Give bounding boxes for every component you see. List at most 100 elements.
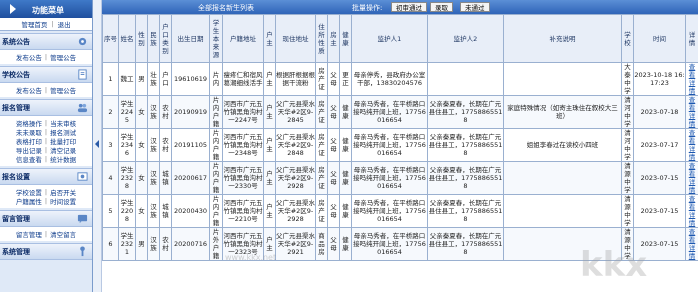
settings-link-time[interactable]: 时间设置 (50, 196, 76, 206)
table-cell: 城镇 (159, 161, 172, 195)
publish-notice-link[interactable]: 发布公告 (16, 52, 42, 62)
table-cell: 房产证 (315, 128, 328, 162)
table-cell: 20200430 (171, 194, 210, 228)
table-cell: 健康 (339, 227, 352, 261)
table-cell: 健康 (339, 194, 352, 228)
table-cell: 学生2208 (118, 194, 136, 228)
messages-link-manage[interactable]: 留言管理 (16, 229, 42, 239)
table-cell: 父亲秦夏春，长期在广元县住县工，17758865518 (427, 227, 504, 261)
manage-school-notice-link[interactable]: 管理公告 (50, 85, 76, 95)
table-cell: 父广元县渠水天华#2区9-2848 (275, 128, 316, 162)
publish-school-notice-link[interactable]: 发布公告 (16, 85, 42, 95)
section-title-label: 系统公告 (2, 38, 30, 46)
view-detail-link[interactable]: 查看详情 (685, 161, 698, 195)
section-title-label: 系统管理 (2, 248, 30, 256)
batch-label: 批量操作: (352, 4, 383, 12)
document-icon (78, 69, 87, 80)
table-cell: 父母 (327, 161, 340, 195)
table-cell: 父广元县渠水天华#2区9-2928 (275, 194, 316, 228)
section-title-system-notice[interactable]: 系统公告 (0, 33, 92, 50)
table-cell: 20200617 (171, 161, 210, 195)
settings-link-household[interactable]: 户籍属性 (16, 196, 42, 206)
table-cell: 学生2321 (118, 227, 136, 261)
reg-link-info[interactable]: 信息查看 (16, 154, 42, 164)
table-cell: 家庭特殊情况（如寄主珠住在叙校大三班） (503, 95, 622, 129)
view-detail-link[interactable]: 查看详情 (685, 128, 698, 162)
table-cell: 清河中学 (621, 128, 634, 162)
table-row: 5 学生2208 女汉族 城镇 20200430 片内户籍 河西市广元五竹镇黑角沟村一221… (102, 194, 698, 228)
sidebar-section-system-notice: 系统公告 发布公告 | 管理公告 (0, 33, 92, 64)
col-header: 出生日期 (171, 14, 210, 63)
admit-button[interactable]: 录取 (430, 2, 453, 12)
table-cell: 片内户籍 (209, 128, 223, 162)
section-title-label: 报名设置 (2, 173, 30, 181)
col-header: 户口类别 (159, 14, 172, 63)
table-row: 3 学生2346 女汉族 农村 20191105 片内户籍 河西市广元五竹镇黑角沟村一234… (102, 128, 698, 162)
users-icon (77, 103, 88, 113)
table-cell: 学生2328 (118, 161, 136, 195)
table-cell: 父广元县渠水天华#2区9-2845 (275, 95, 316, 129)
col-header: 健康 (339, 14, 352, 63)
section-title-school-notice[interactable]: 学校公告 (0, 66, 92, 83)
table-cell: 农村 (159, 128, 172, 162)
table-cell: 河西市广元五竹镇黑角沟村一2330号 (222, 161, 264, 195)
first-pass-button[interactable]: 初审通过 (391, 2, 427, 12)
table-cell: 健康 (339, 95, 352, 129)
table-cell: 母亲马秀者，在平桥路口接吗纯开阔上班，17756016654 (351, 227, 428, 261)
col-header: 房主 (327, 14, 340, 63)
view-detail-link[interactable]: 查看详情 (685, 194, 698, 228)
gear-icon (78, 37, 87, 46)
table-cell: 户主 (263, 128, 276, 162)
view-detail-link[interactable]: 查看详情 (685, 62, 698, 96)
table-cell: 房产证 (315, 161, 328, 195)
table-cell: 汉族 (147, 128, 160, 162)
table-cell: 汉族 (147, 227, 160, 261)
table-cell: 片内户籍 (209, 95, 223, 129)
section-title-label: 留言管理 (2, 215, 30, 223)
table-cell: 女 (135, 95, 148, 129)
watermark-domain-text: www.kkx.net (225, 253, 277, 262)
table-row: 2 学生2245 女汉族 农村 20190919 片内户籍 河西市广元五竹镇黑角沟村一224… (102, 95, 698, 129)
table-cell: 母亲马秀者，在平桥路口接吗纯开阔上班，17756016654 (351, 161, 428, 195)
table-cell (503, 62, 622, 96)
manage-notice-link[interactable]: 管理公告 (50, 52, 76, 62)
logout-link[interactable]: 退出 (58, 19, 71, 29)
table-cell: 清源中学 (621, 194, 634, 228)
list-toolbar: 全部报名新生列表 批量操作: 初审通过 录取 未通过 (102, 0, 698, 14)
table-row: 4 学生2328 女汉族 城镇 20200617 片内户籍 河西市广元五竹镇黑角沟村一233… (102, 161, 698, 195)
section-title-registration[interactable]: 报名管理 (0, 99, 92, 116)
sidebar-section-messages: 留言管理 留言管理 | 清空留言 (0, 210, 92, 241)
table-cell (427, 62, 504, 96)
wrench-icon (80, 246, 85, 257)
admin-home-link[interactable]: 管理首页 (21, 19, 47, 29)
view-detail-link[interactable]: 查看详情 (685, 227, 698, 261)
table-cell: 20200716 (171, 227, 210, 261)
fail-button[interactable]: 未通过 (460, 2, 490, 12)
col-header: 学生本来源 (209, 14, 223, 63)
table-cell: 河西市广元五竹镇黑角沟村一2210号 (222, 194, 264, 228)
section-title-messages[interactable]: 留言管理 (0, 210, 92, 227)
messages-link-clear[interactable]: 清空留言 (50, 229, 76, 239)
section-title-reg-settings[interactable]: 报名设置 (0, 168, 92, 185)
col-header: 民族 (147, 14, 160, 63)
section-title-system[interactable]: 系统管理 (0, 243, 92, 260)
table-cell: 汉族 (147, 194, 160, 228)
table-cell: 片外户籍 (209, 227, 223, 261)
sidebar-collapse-handle[interactable] (93, 0, 102, 292)
table-cell: 母亲马秀者，在平桥路口接吗纯开阔上班，17756016654 (351, 128, 428, 162)
view-detail-link[interactable]: 查看详情 (685, 95, 698, 129)
reg-link-stats[interactable]: 统计数据 (50, 154, 76, 164)
table-cell: 女 (135, 128, 148, 162)
table-cell: 大泰中学 (621, 62, 634, 96)
col-header: 学校 (621, 14, 634, 63)
table-cell: 父亲秦夏春，长期在广元县住县工，17758865518 (427, 161, 504, 195)
table-cell: 女 (135, 194, 148, 228)
menu-arrow-icon (10, 4, 16, 14)
col-header: 补充说明 (503, 14, 622, 63)
table-cell: 20190919 (171, 95, 210, 129)
table-cell: 城镇 (159, 194, 172, 228)
table-cell: 父母 (327, 95, 340, 129)
table-cell: 19610619 (171, 62, 210, 96)
sidebar-section-school-notice: 学校公告 发布公告 | 管理公告 (0, 66, 92, 97)
table-cell: 父母 (327, 62, 340, 96)
